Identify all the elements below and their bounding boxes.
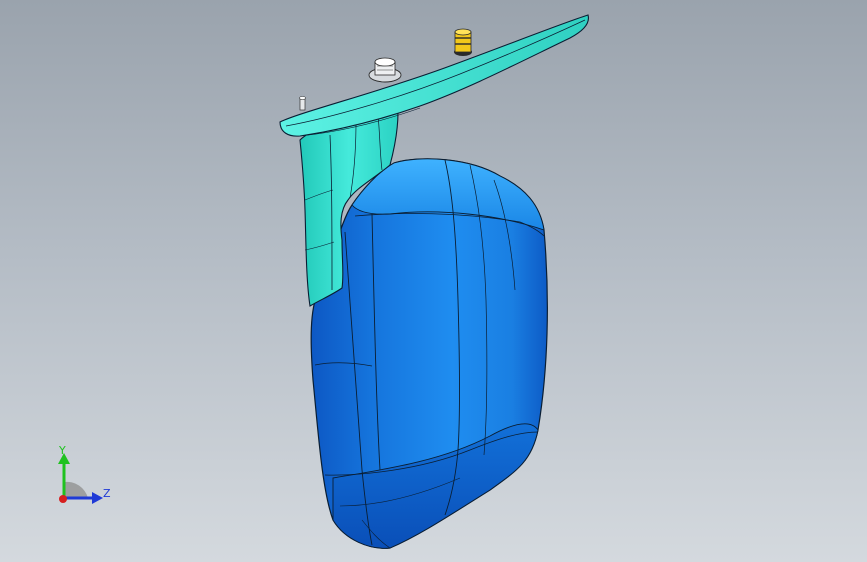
bolt-fastener[interactable] [368, 57, 402, 83]
pin-fastener[interactable] [299, 96, 306, 111]
mounting-plate[interactable] [279, 14, 589, 137]
z-axis-arrowhead [92, 492, 103, 504]
coordinate-triad: Y Z [48, 440, 118, 510]
mirror-assembly-model[interactable] [0, 0, 867, 562]
3d-viewport[interactable]: Y Z [0, 0, 867, 562]
z-axis-label: Z [103, 487, 111, 500]
rotation-arc [64, 481, 88, 498]
x-axis-dot [59, 495, 67, 503]
yellow-connector[interactable] [454, 28, 472, 56]
mirror-housing[interactable] [310, 158, 548, 549]
y-axis-label: Y [59, 444, 66, 457]
